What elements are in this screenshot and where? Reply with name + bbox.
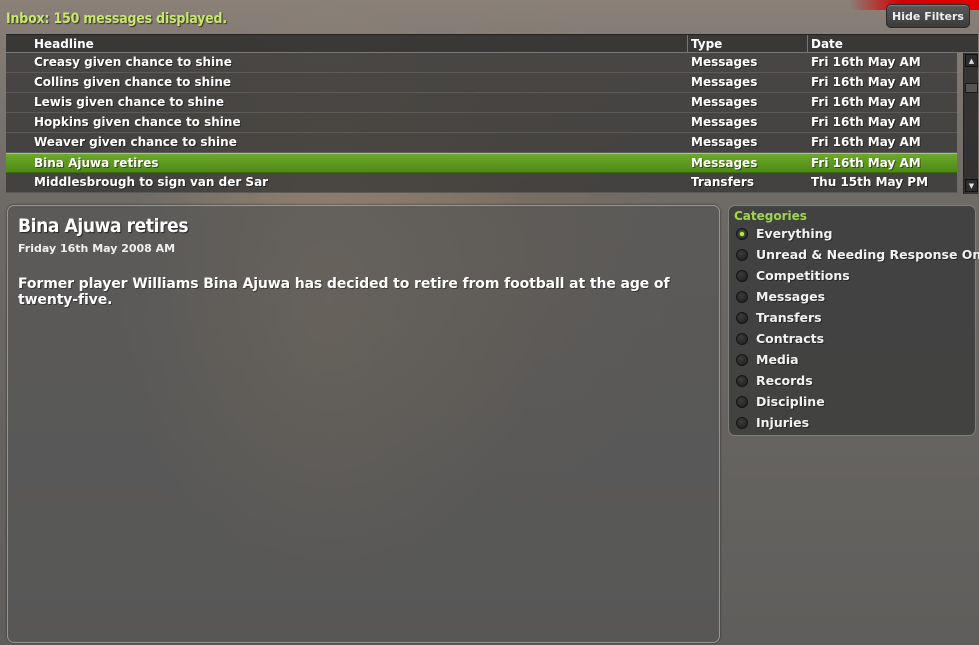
radio-icon[interactable] bbox=[736, 291, 748, 303]
message-title: Bina Ajuwa retires bbox=[18, 215, 189, 237]
categories-title: Categories bbox=[734, 209, 807, 223]
row-date: Fri 16th May AM bbox=[811, 95, 921, 109]
message-body: Former player Williams Bina Ajuwa has de… bbox=[18, 276, 670, 308]
scroll-thumb[interactable] bbox=[965, 83, 978, 93]
row-headline: Lewis given chance to shine bbox=[34, 95, 225, 109]
arrow-down-icon[interactable]: ▼ bbox=[965, 179, 978, 192]
table-rows: Creasy given chance to shine Messages Fri … bbox=[6, 53, 957, 193]
table-row[interactable]: Lewis given chance to shine Messages Fri 1… bbox=[6, 93, 957, 113]
category-option[interactable]: Competitions bbox=[736, 267, 972, 287]
radio-icon[interactable] bbox=[736, 228, 748, 240]
row-headline: Collins given chance to shine bbox=[34, 75, 232, 89]
category-label: Discipline bbox=[756, 394, 825, 409]
table-row[interactable]: Hopkins given chance to shine Messages Fri… bbox=[6, 113, 957, 133]
radio-icon[interactable] bbox=[736, 333, 748, 345]
row-headline: Hopkins given chance to shine bbox=[34, 115, 241, 129]
category-label: Competitions bbox=[756, 268, 850, 283]
category-option[interactable]: Discipline bbox=[736, 393, 972, 413]
category-option[interactable]: Transfers bbox=[736, 309, 972, 329]
category-option[interactable]: Records bbox=[736, 372, 972, 392]
category-label: Injuries bbox=[756, 415, 810, 430]
row-headline: Bina Ajuwa retires bbox=[34, 156, 159, 170]
row-type: Transfers bbox=[691, 175, 754, 189]
row-date: Fri 16th May AM bbox=[811, 156, 921, 170]
table-row[interactable]: Middlesbrough to sign van der Sar Transfe… bbox=[6, 173, 957, 193]
row-date: Fri 16th May AM bbox=[811, 115, 921, 129]
table-row[interactable]: Bina Ajuwa retires Messages Fri 16th May A… bbox=[6, 153, 957, 173]
radio-icon[interactable] bbox=[736, 249, 748, 261]
column-header-date[interactable]: Date bbox=[811, 37, 843, 51]
radio-icon[interactable] bbox=[736, 354, 748, 366]
row-type: Messages bbox=[691, 95, 758, 109]
category-option[interactable]: Contracts bbox=[736, 330, 972, 350]
category-label: Messages bbox=[756, 289, 826, 304]
row-type: Messages bbox=[691, 55, 758, 69]
column-divider bbox=[687, 35, 688, 54]
category-label: Everything bbox=[756, 226, 833, 241]
row-date: Fri 16th May AM bbox=[811, 135, 921, 149]
row-type: Messages bbox=[691, 75, 758, 89]
table-scrollbar[interactable]: ▲ ▼ bbox=[963, 53, 978, 194]
row-type: Messages bbox=[691, 115, 758, 129]
row-date: Fri 16th May AM bbox=[811, 55, 921, 69]
column-header-type[interactable]: Type bbox=[691, 37, 722, 51]
message-detail-panel: Bina Ajuwa retires Friday 16th May 2008 … bbox=[7, 205, 720, 643]
category-label: Media bbox=[756, 352, 799, 367]
column-divider bbox=[807, 35, 808, 54]
message-date: Friday 16th May 2008 AM bbox=[18, 242, 176, 255]
categories-panel: Categories Everything Unread & Needing Re… bbox=[728, 205, 979, 436]
category-option[interactable]: Unread & Needing Response Only bbox=[736, 246, 979, 266]
category-option[interactable]: Injuries bbox=[736, 414, 972, 434]
radio-icon[interactable] bbox=[736, 375, 748, 387]
radio-icon[interactable] bbox=[736, 396, 748, 408]
category-label: Unread & Needing Response Only bbox=[756, 247, 979, 262]
category-option[interactable]: Media bbox=[736, 351, 972, 371]
row-headline: Creasy given chance to shine bbox=[34, 55, 232, 69]
row-date: Fri 16th May AM bbox=[811, 75, 921, 89]
category-label: Records bbox=[756, 373, 813, 388]
category-label: Transfers bbox=[756, 310, 822, 325]
table-header: Headline Type Date bbox=[6, 34, 978, 54]
column-header-headline[interactable]: Headline bbox=[34, 37, 94, 51]
message-table: Headline Type Date Creasy given chance t… bbox=[6, 34, 978, 194]
arrow-up-icon[interactable]: ▲ bbox=[965, 54, 978, 67]
radio-icon[interactable] bbox=[736, 417, 748, 429]
row-headline: Weaver given chance to shine bbox=[34, 135, 237, 149]
row-type: Messages bbox=[691, 156, 758, 170]
row-date: Thu 15th May PM bbox=[811, 175, 929, 189]
row-headline: Middlesbrough to sign van der Sar bbox=[34, 175, 269, 189]
row-type: Messages bbox=[691, 135, 758, 149]
radio-icon[interactable] bbox=[736, 270, 748, 282]
table-row[interactable]: Collins given chance to shine Messages Fri… bbox=[6, 73, 957, 93]
category-option[interactable]: Everything bbox=[736, 225, 972, 245]
hide-filters-button[interactable]: Hide Filters bbox=[886, 4, 970, 28]
table-row[interactable]: Creasy given chance to shine Messages Fri … bbox=[6, 53, 957, 73]
inbox-title: Inbox: 150 messages displayed. bbox=[6, 11, 227, 27]
table-row[interactable]: Weaver given chance to shine Messages Fri … bbox=[6, 133, 957, 153]
category-option[interactable]: Messages bbox=[736, 288, 972, 308]
radio-icon[interactable] bbox=[736, 312, 748, 324]
category-label: Contracts bbox=[756, 331, 825, 346]
